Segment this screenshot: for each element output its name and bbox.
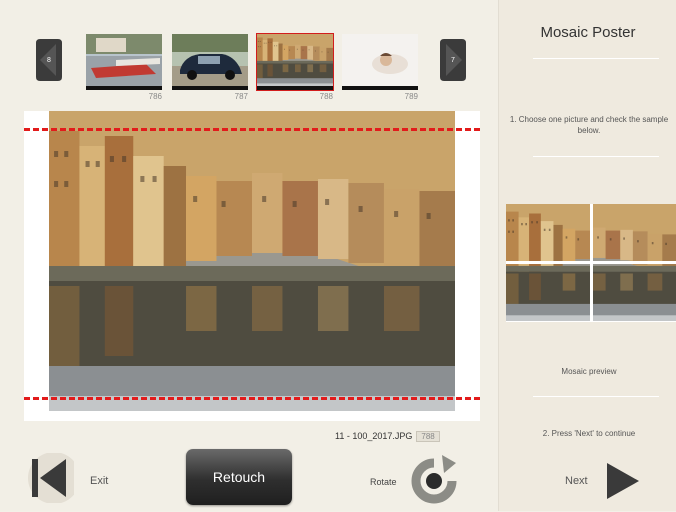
previous-page-count: 8 bbox=[47, 56, 51, 64]
harbor-photo bbox=[86, 34, 162, 86]
thumbnail-number: 787 bbox=[234, 92, 248, 101]
next-page-count: 7 bbox=[451, 56, 455, 64]
next-label[interactable]: Next bbox=[565, 475, 588, 487]
previous-page-button[interactable]: 8 bbox=[36, 39, 62, 81]
photo-number: 788 bbox=[416, 430, 440, 442]
play-arrow-icon bbox=[607, 463, 639, 499]
retouch-button[interactable]: Retouch bbox=[186, 449, 292, 505]
portrait-photo bbox=[342, 34, 418, 86]
crop-guide-top[interactable] bbox=[24, 128, 480, 131]
preview-photo bbox=[49, 111, 455, 411]
divider bbox=[533, 58, 659, 59]
crop-guide-bottom[interactable] bbox=[24, 397, 480, 400]
mosaic-preview-image bbox=[506, 204, 676, 322]
thumbnail-number: 789 bbox=[404, 92, 418, 101]
file-info: 11 - 100_2017.JPG 788 bbox=[335, 430, 440, 442]
panel-title: Mosaic Poster bbox=[540, 24, 636, 41]
main-area: 8 786 787 788 789 7 11 - 100_2017.JPG 78… bbox=[0, 0, 498, 511]
thumbnail-788[interactable] bbox=[256, 33, 334, 91]
thumbnail-number: 788 bbox=[319, 92, 333, 101]
step-2-instruction: 2. Press 'Next' to continue bbox=[542, 429, 636, 438]
next-page-button[interactable]: 7 bbox=[440, 39, 466, 81]
thumbnail-786[interactable] bbox=[86, 34, 162, 90]
exit-label[interactable]: Exit bbox=[90, 475, 108, 487]
filename-text: 11 - 100_2017.JPG bbox=[335, 431, 413, 441]
next-button[interactable] bbox=[605, 461, 641, 501]
rotate-icon[interactable] bbox=[408, 455, 460, 507]
car-photo bbox=[172, 34, 248, 86]
river-town-thumbnail bbox=[257, 34, 333, 86]
divider bbox=[533, 156, 659, 157]
back-arrow-icon bbox=[28, 453, 74, 503]
thumbnail-789[interactable] bbox=[342, 34, 418, 90]
mosaic-caption: Mosaic preview bbox=[561, 367, 617, 376]
thumbnail-787[interactable] bbox=[172, 34, 248, 90]
rotate-label[interactable]: Rotate bbox=[370, 477, 397, 487]
exit-button[interactable] bbox=[26, 452, 74, 504]
divider bbox=[533, 396, 659, 397]
step-1-instruction: 1. Choose one picture and check the samp… bbox=[509, 115, 669, 135]
side-panel: Mosaic Poster 1. Choose one picture and … bbox=[498, 0, 676, 511]
thumbnail-number: 786 bbox=[148, 92, 162, 101]
